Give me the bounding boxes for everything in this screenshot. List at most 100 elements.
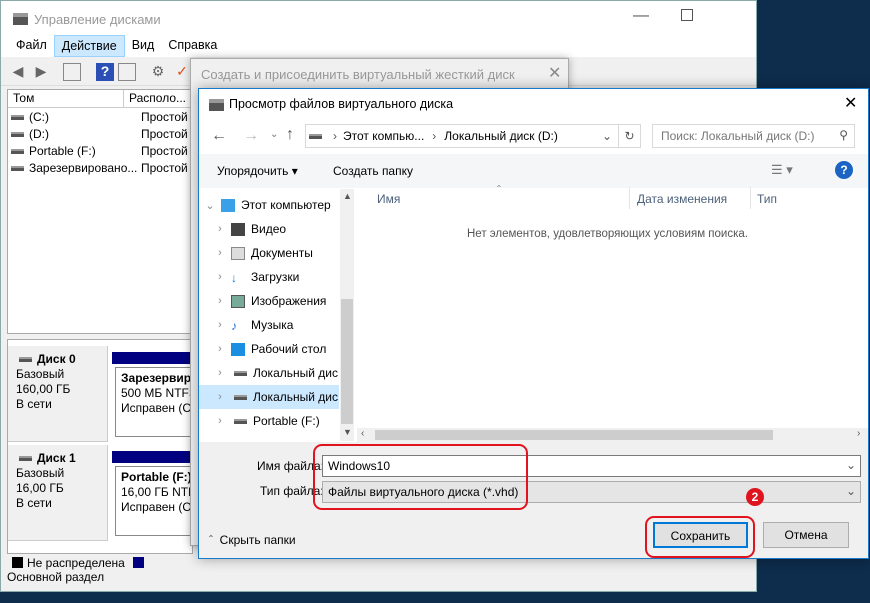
disk-map: Диск 0 Базовый 160,00 ГБ В сети Зарезерв… [7,339,194,554]
tree-item-downloads[interactable]: › ↓ Загрузки [199,265,339,289]
tree-label: Видео [251,222,287,236]
menu-file[interactable]: Файл [9,35,54,57]
partition-name: Portable (F:) [121,470,191,484]
tree-item-desktop[interactable]: › Рабочий стол [199,337,339,361]
breadcrumb-this-pc[interactable]: Этот компью... [343,129,424,143]
menu-help[interactable]: Справка [161,35,224,57]
tree-item-documents[interactable]: › Документы [199,241,339,265]
sort-icon: ˆ [497,183,501,197]
volume-layout: Простой [141,144,188,158]
minimize-button[interactable]: — [633,7,649,25]
scroll-thumb[interactable] [341,299,353,424]
tree-item-music[interactable]: › ♪ Музыка [199,313,339,337]
window-title: Управление дисками [34,12,161,27]
navigation-pane: ⌄ Этот компьютер › Видео › Документы › ↓ Загр… [199,193,339,439]
address-bar[interactable]: › Этот компью... › Локальный диск (D:) ⌄ … [305,124,641,148]
computer-icon [221,198,235,212]
tree-item-local-disk-c[interactable]: › Локальный дис [199,361,339,385]
refresh-icon[interactable]: ↻ [618,125,640,147]
chevron-right-icon[interactable]: › [209,415,231,427]
chevron-right-icon[interactable]: › [209,367,231,379]
drive-icon [11,166,24,172]
column-date[interactable]: Дата изменения [637,192,727,206]
volume-row[interactable]: (C:) Простой [8,110,192,127]
scroll-thumb[interactable] [375,430,773,440]
dropdown-icon[interactable]: ⌄ [602,129,612,143]
maximize-button[interactable] [681,9,693,21]
close-button[interactable]: ✕ [548,63,561,83]
chevron-right-icon[interactable]: › [209,247,231,259]
primary-swatch [133,557,145,568]
partition-portable[interactable]: Portable (F:) 16,00 ГБ NTFS Исправен (Ос [112,451,194,541]
pictures-icon [231,294,245,308]
tree-item-local-disk-d[interactable]: › Локальный дис [199,385,339,409]
console-tree-icon[interactable] [63,63,81,81]
forward-icon[interactable]: → [243,127,259,145]
drive-icon [234,394,247,400]
organize-label: Упорядочить [217,164,289,178]
search-input[interactable]: Поиск: Локальный диск (D:) ⚲ [652,124,855,148]
legend-unallocated: Не распределена [27,556,125,570]
connect-icon[interactable]: ⚙ [149,63,167,81]
column-volume[interactable]: Том [8,90,124,107]
column-name[interactable]: Имя [377,192,400,206]
check-icon[interactable]: ✓ [173,63,191,81]
organize-button[interactable]: Упорядочить ▾ [217,164,298,178]
tree-label: Музыка [251,318,294,332]
volume-name: Зарезервировано... [29,161,138,175]
disk-1-info[interactable]: Диск 1 Базовый 16,00 ГБ В сети [8,445,108,541]
breadcrumb-local-disk[interactable]: Локальный диск (D:) [444,129,558,143]
chevron-right-icon[interactable]: › [209,319,231,331]
partition-reserved[interactable]: Зарезервиро 500 МБ NTFS Исправен (Си [112,352,194,442]
music-icon: ♪ [231,318,237,333]
partition-name: Зарезервиро [121,371,191,385]
menu-view[interactable]: Вид [125,35,162,57]
disk-name: Диск 1 [37,451,76,465]
menu-action[interactable]: Действие [53,35,125,57]
forward-icon[interactable]: ▶ [32,63,50,81]
disk-0-info[interactable]: Диск 0 Базовый 160,00 ГБ В сети [8,346,108,442]
tree-label: Локальный дис [253,366,338,380]
tree-label: Локальный дис [253,390,338,404]
chevron-right-icon[interactable]: › [209,295,231,307]
tree-label: Изображения [251,294,327,308]
new-folder-button[interactable]: Создать папку [333,164,413,178]
action-pane-icon[interactable] [118,63,136,81]
search-placeholder: Поиск: Локальный диск (D:) [661,129,815,143]
legend: Не распределена Основной раздел [7,556,193,584]
hide-folders-button[interactable]: ˆ Скрыть папки [209,533,296,547]
close-button[interactable]: ✕ [844,93,857,113]
volume-row[interactable]: Portable (F:) Простой [8,144,192,161]
chevron-right-icon[interactable]: › [209,343,231,355]
volume-list: Том Располо... (C:) Простой (D:) Простой Po… [7,89,193,334]
tree-item-pictures[interactable]: › Изображения [199,289,339,313]
back-icon[interactable]: ◀ [9,63,27,81]
volume-layout: Простой [141,110,188,124]
expanded-chevron-icon[interactable]: ⌄ [199,199,221,212]
chevron-right-icon[interactable]: › [209,223,231,235]
command-bar: Упорядочить ▾ Создать папку ☰ ▾ ? [199,154,868,188]
recent-chevron-icon[interactable]: ⌄ [270,129,278,140]
search-icon: ⚲ [839,128,848,142]
column-type[interactable]: Тип [757,192,777,206]
desktop-icon [231,342,245,356]
help-icon[interactable]: ? [835,161,853,179]
volume-row[interactable]: (D:) Простой [8,127,192,144]
disk-icon [19,357,32,363]
drive-icon [234,370,247,376]
horizontal-scrollbar[interactable]: ‹ › [357,428,868,442]
back-icon[interactable]: ← [211,127,227,145]
tree-item-this-pc[interactable]: ⌄ Этот компьютер [199,193,339,217]
volume-row[interactable]: Зарезервировано... Простой [8,161,192,178]
up-icon[interactable]: ↑ [286,126,294,144]
view-options-icon[interactable]: ☰ ▾ [771,162,793,178]
cancel-button[interactable]: Отмена [763,522,849,548]
tree-item-portable[interactable]: › Portable (F:) [199,409,339,433]
chevron-right-icon[interactable]: › [209,271,231,283]
nav-scrollbar[interactable]: ▲ ▼ [340,189,354,441]
help-icon[interactable]: ? [96,63,114,81]
column-layout[interactable]: Располо... [124,90,192,107]
tree-item-videos[interactable]: › Видео [199,217,339,241]
dialog-title: Создать и присоединить виртуальный жестк… [201,67,515,82]
chevron-right-icon[interactable]: › [209,391,231,403]
